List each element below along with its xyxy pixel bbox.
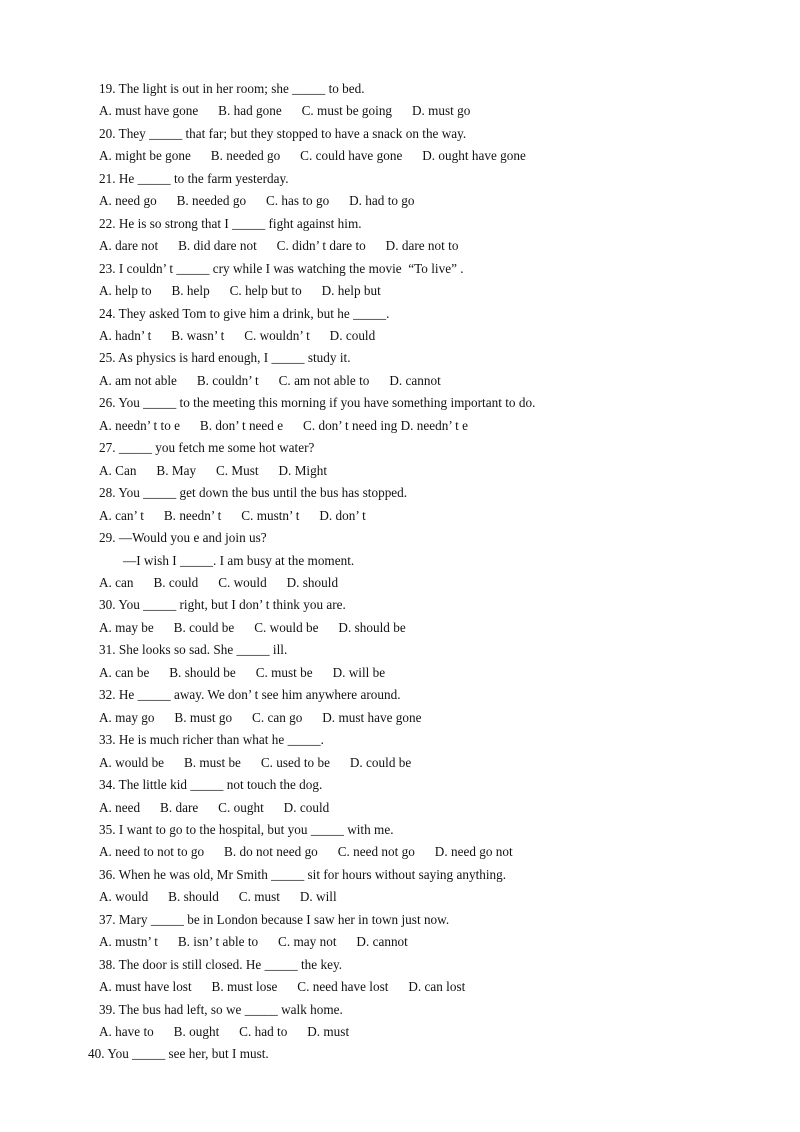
worksheet-body: 19. The light is out in her room; she __… [88,78,739,1066]
q37-options: A. mustn’ t B. isn’ t able to C. may not… [99,934,408,950]
q26-stem: 26. You _____ to the meeting this mornin… [99,395,536,411]
q20-stem: 20. They _____ that far; but they stoppe… [99,125,467,141]
q19-options: A. must have gone B. had gone C. must be… [99,103,471,119]
q36-options: A. would B. should C. must D. will [99,889,337,905]
q28-stem: 28. You _____ get down the bus until the… [99,485,408,501]
q33-options: A. would be B. must be C. used to be D. … [99,754,412,770]
q22-options: A. dare not B. did dare not C. didn’ t d… [99,238,459,254]
q39-options: A. have to B. ought C. had to D. must [99,1024,350,1040]
q31-options: A. can be B. should be C. must be D. wil… [99,664,386,680]
q27-stem: 27. _____ you fetch me some hot water? [99,440,315,456]
q24-options: A. hadn’ t B. wasn’ t C. wouldn’ t D. co… [99,327,376,343]
q25-stem: 25. As physics is hard enough, I _____ s… [99,350,351,366]
q30-stem: 30. You _____ right, but I don’ t think … [99,597,346,613]
q31-stem: 31. She looks so sad. She _____ ill. [99,642,288,658]
q37-stem: 37. Mary _____ be in London because I sa… [99,911,450,927]
q24-stem: 24. They asked Tom to give him a drink, … [99,305,390,321]
q21-options: A. need go B. needed go C. has to go D. … [99,193,415,209]
q23-stem: 23. I couldn’ t _____ cry while I was wa… [99,260,464,276]
q26-options: A. needn’ t to e B. don’ t need e C. don… [99,417,468,433]
q19-stem: 19. The light is out in her room; she __… [99,81,365,96]
q38-options: A. must have lost B. must lose C. need h… [99,979,466,995]
q25-options: A. am not able B. couldn’ t C. am not ab… [99,372,441,388]
q23-options: A. help to B. help C. help but to D. hel… [99,283,381,299]
q40-stem: 40. You _____ see her, but I must. [88,1046,269,1062]
document-page: 19. The light is out in her room; she __… [0,0,800,1132]
q28-options: A. can’ t B. needn’ t C. mustn’ t D. don… [99,507,366,523]
q30-options: A. may be B. could be C. would be D. sho… [99,619,406,635]
q22-stem: 22. He is so strong that I _____ fight a… [99,215,362,231]
q32-options: A. may go B. must go C. can go D. must h… [99,709,422,725]
q36-stem: 36. When he was old, Mr Smith _____ sit … [99,866,507,882]
q38-stem: 38. The door is still closed. He _____ t… [99,956,343,972]
q35-options: A. need to not to go B. do not need go C… [99,844,513,860]
q35-stem: 35. I want to go to the hospital, but yo… [99,821,394,837]
q20-options: A. might be gone B. needed go C. could h… [99,148,526,164]
q29-stem: 29. —Would you e and join us? [99,530,267,546]
q32-stem: 32. He _____ away. We don’ t see him any… [99,687,401,703]
q27-options: A. Can B. May C. Must D. Might [99,462,328,478]
q34-options: A. need B. dare C. ought D. could [99,799,330,815]
q33-stem: 33. He is much richer than what he _____… [99,732,324,748]
q29-reply: —I wish I _____. I am busy at the moment… [123,552,355,568]
q39-stem: 39. The bus had left, so we _____ walk h… [99,1001,343,1017]
q29-options: A. can B. could C. would D. should [99,574,339,590]
q21-stem: 21. He _____ to the farm yesterday. [99,170,289,186]
q34-stem: 34. The little kid _____ not touch the d… [99,777,323,793]
